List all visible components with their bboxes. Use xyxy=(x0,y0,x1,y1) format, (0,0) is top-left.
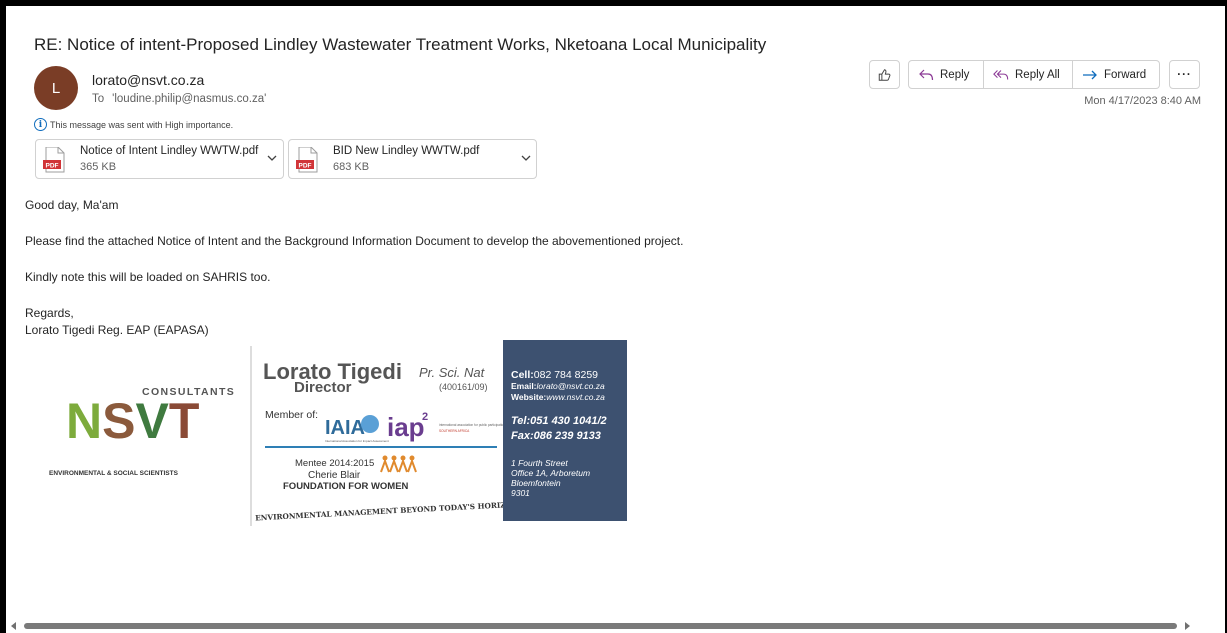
attachment-size: 683 KB xyxy=(333,161,370,173)
iap-sub: international association for public par… xyxy=(439,423,505,427)
email-value[interactable]: lorato@nsvt.co.za xyxy=(537,381,605,391)
body-paragraph: Kindly note this will be loaded on SAHRI… xyxy=(25,270,271,284)
pdf-label: PDF xyxy=(46,162,59,169)
forward-button[interactable]: Forward xyxy=(1073,60,1160,89)
greeting-text: Good day, Ma'am xyxy=(25,198,119,212)
importance-notice: i This message was sent with High import… xyxy=(34,118,233,131)
reply-all-button[interactable]: Reply All xyxy=(984,60,1073,89)
reply-label: Reply xyxy=(940,68,970,81)
sig-reg-no: (400161/09) xyxy=(439,382,488,392)
recipient-line: To 'loudine.philip@nasmus.co.za' xyxy=(92,93,266,105)
email-subject: RE: Notice of intent-Proposed Lindley Wa… xyxy=(34,35,767,54)
ellipsis-icon: ··· xyxy=(1177,68,1192,81)
fax-label: Fax: xyxy=(511,430,534,442)
reply-all-label: Reply All xyxy=(1015,68,1060,81)
iap-region: SOUTHERN AFRICA xyxy=(439,429,470,433)
address-line: Bloemfontein xyxy=(511,478,561,488)
attachment-card[interactable]: PDF BID New Lindley WWTW.pdf 683 KB xyxy=(288,139,537,179)
logo-letters: NSVT xyxy=(66,393,199,449)
cell-label: Cell: xyxy=(511,369,534,381)
signature-card: Lorato Tigedi Pr. Sci. Nat Director (400… xyxy=(249,346,509,526)
website-value[interactable]: www.nsvt.co.za xyxy=(546,392,605,402)
attachment-size: 365 KB xyxy=(80,161,117,173)
sender-avatar[interactable]: L xyxy=(34,66,78,110)
recipient-address[interactable]: 'loudine.philip@nasmus.co.za' xyxy=(112,93,266,105)
respond-button-group: Reply Reply All Forward xyxy=(908,60,1160,89)
attachment-name: Notice of Intent Lindley WWTW.pdf xyxy=(80,145,259,157)
tel-value: 051 430 1041/2 xyxy=(530,415,607,427)
foundation-text: FOUNDATION FOR WOMEN xyxy=(283,481,409,492)
fax-value: 086 239 9133 xyxy=(533,430,601,442)
reply-all-icon xyxy=(993,69,1009,79)
closing-text: Regards, xyxy=(25,306,74,320)
iaia-logo: IAIA xyxy=(325,417,365,439)
to-label: To xyxy=(92,93,105,105)
tel-label: Tel: xyxy=(511,415,531,427)
fax-line: Fax:086 239 9133 xyxy=(511,430,601,442)
like-button-group xyxy=(869,60,900,89)
scrollbar-thumb[interactable] xyxy=(24,623,1177,629)
website-label: Website: xyxy=(511,392,547,402)
sent-date: Mon 4/17/2023 8:40 AM xyxy=(1084,95,1201,107)
like-button[interactable] xyxy=(869,60,900,89)
address-line: Office 1A, Arboretum xyxy=(511,468,591,478)
pdf-icon: PDF xyxy=(43,147,65,173)
email-line: Email:lorato@nsvt.co.za xyxy=(511,381,605,391)
chevron-down-icon[interactable] xyxy=(521,153,531,163)
iap-sup: 2 xyxy=(422,411,428,423)
sig-role: Director xyxy=(294,379,352,396)
website-line: Website:www.nsvt.co.za xyxy=(511,392,605,402)
cell-line: Cell:082 784 8259 xyxy=(511,369,598,381)
tel-line: Tel:051 430 1041/2 xyxy=(511,415,607,427)
scroll-right-arrow-icon[interactable] xyxy=(1185,622,1190,630)
signoff-text: Lorato Tigedi Reg. EAP (EAPASA) xyxy=(25,323,209,337)
forward-arrow-icon xyxy=(1083,70,1097,79)
importance-text: This message was sent with High importan… xyxy=(50,119,234,130)
pdf-label: PDF xyxy=(299,162,312,169)
more-actions-button[interactable]: ··· xyxy=(1169,60,1200,89)
nsvt-logo: CONSULTANTS NSVT ENVIRONMENTAL & SOCIAL … xyxy=(49,386,234,477)
sender-address[interactable]: lorato@nsvt.co.za xyxy=(92,72,204,88)
pdf-icon: PDF xyxy=(296,147,318,173)
chevron-down-icon[interactable] xyxy=(267,153,277,163)
member-of-label: Member of: xyxy=(265,409,318,421)
cell-value: 082 784 8259 xyxy=(533,369,598,381)
horizontal-scrollbar[interactable] xyxy=(8,621,1193,631)
contact-panel: Cell:082 784 8259 Email:lorato@nsvt.co.z… xyxy=(503,340,627,521)
attachment-name: BID New Lindley WWTW.pdf xyxy=(333,145,480,157)
more-actions-group: ··· xyxy=(1169,60,1200,89)
reply-button[interactable]: Reply xyxy=(908,60,984,89)
sig-designation: Pr. Sci. Nat xyxy=(419,365,486,380)
info-icon: i xyxy=(34,118,47,131)
reply-icon xyxy=(919,69,934,80)
mentee-text: Mentee 2014:2015 xyxy=(295,458,374,469)
address-line: 9301 xyxy=(511,488,530,498)
forward-label: Forward xyxy=(1104,68,1147,81)
scroll-left-arrow-icon[interactable] xyxy=(11,622,16,630)
iaia-sub: International Association for Impact Ass… xyxy=(325,439,389,443)
cherie-text: Cherie Blair xyxy=(308,470,361,481)
attachment-card[interactable]: PDF Notice of Intent Lindley WWTW.pdf 36… xyxy=(35,139,284,179)
iap-logo: iap xyxy=(387,412,425,442)
email-reading-pane: RE: Notice of intent-Proposed Lindley Wa… xyxy=(6,6,1225,633)
email-label: Email: xyxy=(511,381,537,391)
logo-tagline: ENVIRONMENTAL & SOCIAL SCIENTISTS xyxy=(49,470,179,477)
body-paragraph: Please find the attached Notice of Inten… xyxy=(25,234,684,248)
thumbs-up-icon xyxy=(878,68,891,81)
address-line: 1 Fourth Street xyxy=(511,458,568,468)
